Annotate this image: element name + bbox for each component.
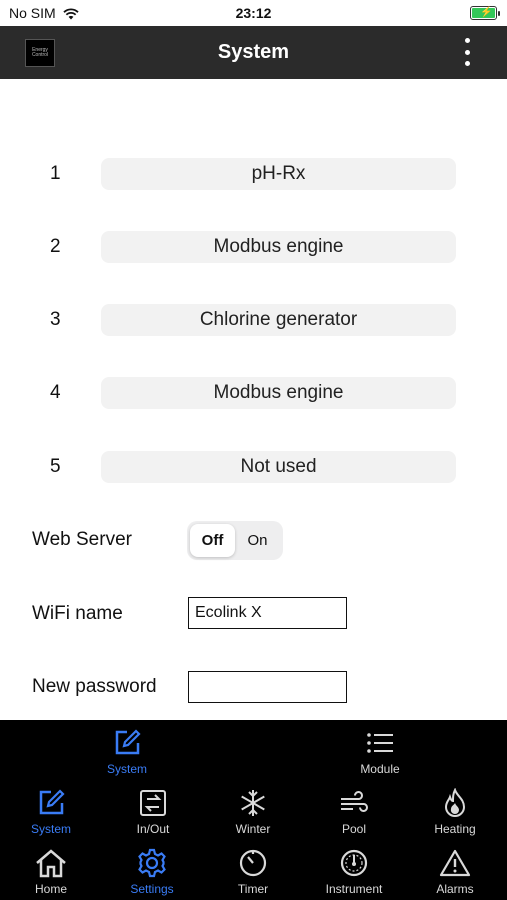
module-select-button[interactable]: pH-Rx: [101, 158, 456, 190]
module-select-button[interactable]: Not used: [101, 451, 456, 483]
wind-icon: [341, 791, 368, 812]
category-tab-heating[interactable]: Heating: [405, 788, 505, 836]
new-password-field[interactable]: [188, 671, 347, 703]
module-row-1: 1 pH-Rx: [0, 158, 507, 190]
module-number: 3: [50, 309, 61, 330]
web-server-on-option[interactable]: On: [235, 524, 280, 557]
main-tab-home[interactable]: Home: [1, 848, 101, 896]
web-server-label: Web Server: [32, 529, 132, 550]
main-tab-settings[interactable]: Settings: [102, 848, 202, 896]
web-server-toggle[interactable]: Off On: [187, 521, 283, 560]
main-tab-timer[interactable]: Timer: [203, 848, 303, 896]
subtab-system[interactable]: System: [77, 728, 177, 776]
module-number: 5: [50, 456, 61, 477]
list-icon: [367, 733, 393, 753]
category-tab-winter[interactable]: Winter: [203, 788, 303, 836]
module-row-2: 2 Modbus engine: [0, 231, 507, 263]
module-select-button[interactable]: Modbus engine: [101, 231, 456, 263]
edit-icon: [39, 789, 65, 815]
subtab-label: Module: [360, 762, 400, 776]
battery-icon: ⚡: [470, 6, 500, 20]
category-tab-label: System: [30, 822, 71, 836]
snowflake-icon: [241, 790, 265, 816]
module-number: 4: [50, 382, 61, 403]
web-server-off-option[interactable]: Off: [190, 524, 235, 557]
subtab-label: System: [106, 762, 147, 776]
category-tab-label: Winter: [235, 822, 271, 836]
main-tab-label: Home: [34, 882, 67, 896]
clock: 23:12: [235, 5, 272, 21]
subtab-module[interactable]: Module: [330, 728, 430, 776]
module-number: 1: [50, 163, 61, 184]
app-header: Energy Control System: [0, 26, 507, 79]
category-tab-label: Heating: [434, 822, 476, 836]
gauge-icon: [340, 849, 368, 877]
main-tab-label: Instrument: [325, 882, 383, 896]
module-select-button[interactable]: Chlorine generator: [101, 304, 456, 336]
page-title: System: [217, 41, 290, 63]
main-tab-alarms[interactable]: Alarms: [405, 848, 505, 896]
main-tab-label: Timer: [237, 882, 269, 896]
bottom-navigation: System Module System In/Out Winter Pool …: [0, 720, 507, 900]
wifi-name-label: WiFi name: [32, 603, 123, 624]
home-icon: [36, 849, 66, 878]
wifi-name-field[interactable]: Ecolink X: [188, 597, 347, 629]
more-menu-icon[interactable]: [465, 38, 471, 66]
category-tab-system[interactable]: System: [1, 788, 101, 836]
module-select-button[interactable]: Modbus engine: [101, 377, 456, 409]
main-tab-label: Settings: [130, 882, 174, 896]
new-password-label: New password: [32, 676, 157, 697]
category-tab-label: Pool: [341, 822, 367, 836]
main-tab-instrument[interactable]: Instrument: [304, 848, 404, 896]
main-tab-label: Alarms: [436, 882, 474, 896]
category-tab-label: In/Out: [136, 822, 170, 836]
status-bar: No SIM 23:12 ⚡: [0, 0, 507, 26]
gear-icon: [138, 848, 166, 878]
edit-icon: [115, 729, 141, 755]
module-row-3: 3 Chlorine generator: [0, 304, 507, 336]
flame-icon: [444, 788, 466, 817]
warning-icon: [439, 849, 471, 877]
category-tab-in-out[interactable]: In/Out: [103, 788, 203, 836]
module-number: 2: [50, 236, 61, 257]
swap-icon: [140, 790, 166, 816]
timer-icon: [239, 849, 267, 877]
category-tab-pool[interactable]: Pool: [304, 788, 404, 836]
module-row-5: 5 Not used: [0, 451, 507, 483]
module-row-4: 4 Modbus engine: [0, 377, 507, 409]
